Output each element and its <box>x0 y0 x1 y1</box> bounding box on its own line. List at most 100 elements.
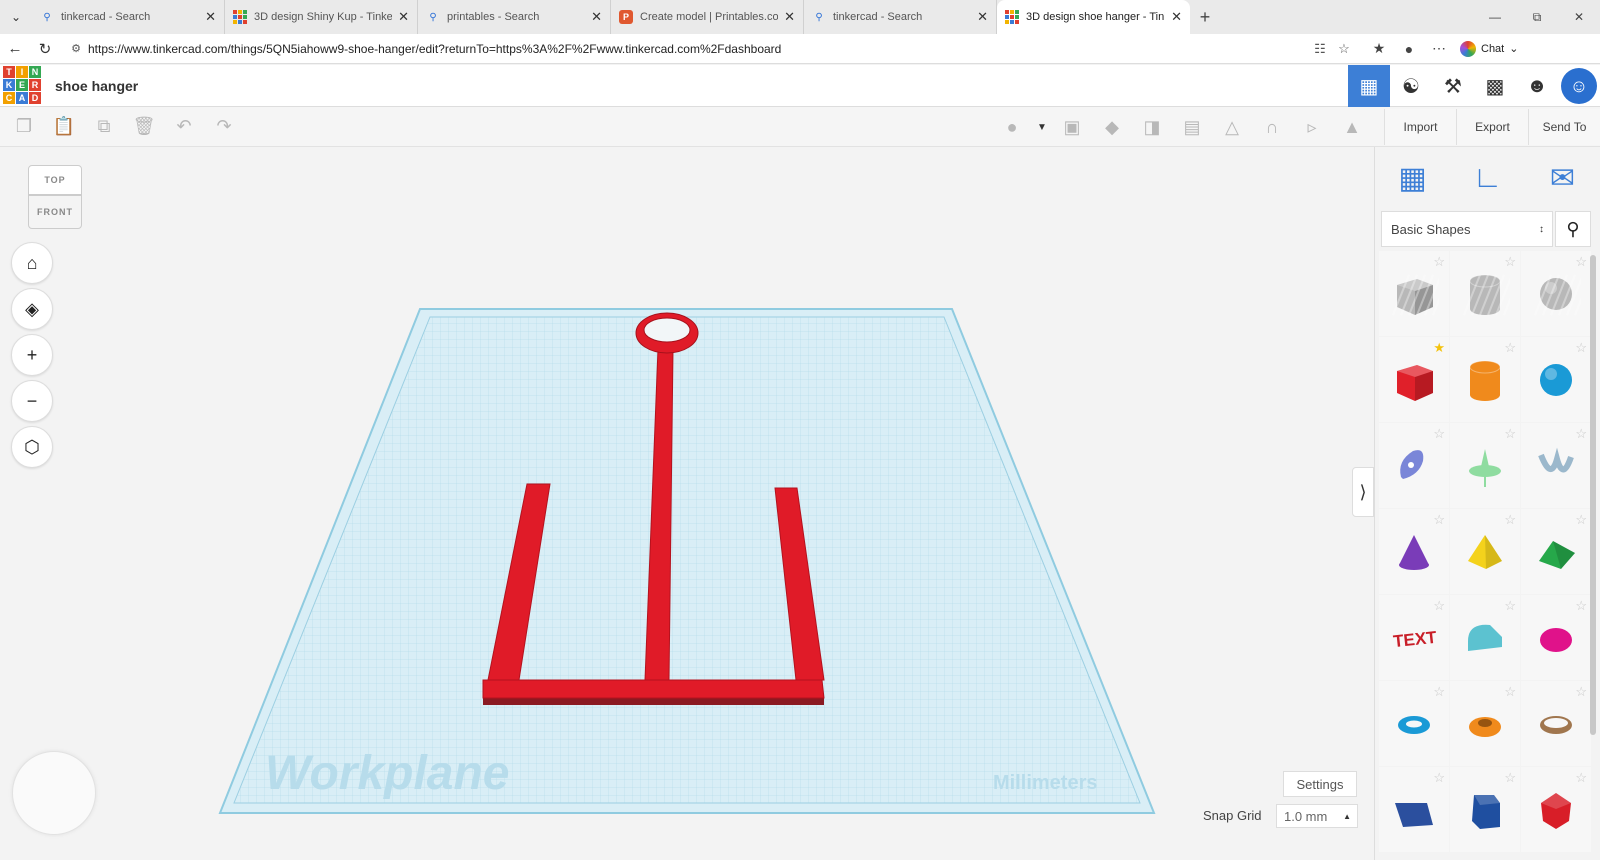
more-icon[interactable]: ⋯ <box>1424 40 1454 57</box>
add-user-icon[interactable]: ☻ <box>1516 65 1558 107</box>
star-icon[interactable]: ☆ <box>1575 512 1587 528</box>
shape-tile-wedge[interactable]: ☆ <box>1379 767 1449 852</box>
shape-tile-box[interactable]: ★ <box>1379 337 1449 422</box>
send-to-button[interactable]: Send To <box>1528 109 1600 145</box>
undo-icon[interactable]: ↶ <box>164 107 204 147</box>
new-tab-button[interactable]: + <box>1190 0 1220 34</box>
star-icon[interactable]: ☆ <box>1433 684 1445 700</box>
shape-library-select[interactable]: Basic Shapes ↕ <box>1381 211 1553 247</box>
shape-tile-cylinder[interactable]: ☆ <box>1450 337 1520 422</box>
site-info-icon[interactable]: ⚙ <box>64 42 88 55</box>
workplane-magnet-icon[interactable]: ∩ <box>1252 107 1292 147</box>
browser-tab[interactable]: 3D design Shiny Kup - Tinkercad ✕ <box>225 0 418 34</box>
design-title[interactable]: shoe hanger <box>55 78 138 94</box>
close-window-icon[interactable]: ✕ <box>1558 0 1600 34</box>
shape-tile-cylinder-hole[interactable]: ☆ <box>1450 251 1520 336</box>
snap-grid-select[interactable]: 1.0 mm ▲ <box>1276 804 1358 828</box>
profile-icon[interactable]: ● <box>1394 41 1424 57</box>
paste-icon[interactable]: 📋 <box>44 107 84 147</box>
shape-tile-pyramid[interactable]: ☆ <box>1450 509 1520 594</box>
star-filled-icon[interactable]: ★ <box>1433 340 1445 356</box>
notes-tool-icon[interactable]: ✉ <box>1538 153 1588 203</box>
shape-tile-scribble[interactable]: ☆ <box>1379 423 1449 508</box>
star-icon[interactable]: ☆ <box>1575 254 1587 270</box>
star-icon[interactable]: ☆ <box>1575 598 1587 614</box>
star-icon[interactable]: ☆ <box>1575 340 1587 356</box>
view-cube-front[interactable]: FRONT <box>28 195 82 229</box>
favorites-icon[interactable]: ★ <box>1364 40 1394 57</box>
star-icon[interactable]: ☆ <box>1433 770 1445 786</box>
hanger-base-bar[interactable] <box>482 679 825 699</box>
copy-icon[interactable]: ❐ <box>4 107 44 147</box>
shape-tile-sphere-hole[interactable]: ☆ <box>1521 251 1591 336</box>
view-cube-top[interactable]: TOP <box>28 165 82 195</box>
star-icon[interactable]: ☆ <box>1433 426 1445 442</box>
star-icon[interactable]: ☆ <box>1504 340 1516 356</box>
close-icon[interactable]: ✕ <box>1171 9 1182 25</box>
shape-tile-half-cylinder[interactable]: ☆ <box>1450 595 1520 680</box>
restore-icon[interactable]: ⧉ <box>1516 0 1558 34</box>
close-icon[interactable]: ✕ <box>784 9 795 25</box>
panel-scrollbar[interactable] <box>1590 255 1596 735</box>
mirror-icon[interactable]: △ <box>1212 107 1252 147</box>
search-icon[interactable]: ⚲ <box>1555 211 1591 247</box>
reload-icon[interactable]: ↻ <box>30 34 60 64</box>
star-icon[interactable]: ☆ <box>1504 684 1516 700</box>
star-icon[interactable]: ☆ <box>1504 770 1516 786</box>
close-icon[interactable]: ✕ <box>205 9 216 25</box>
shape-tile-ring[interactable]: ☆ <box>1521 681 1591 766</box>
design-viewport[interactable]: Workplane Millimeters TOP FRONT ⌂ ◈ + − … <box>0 147 1374 860</box>
star-icon[interactable]: ☆ <box>1504 426 1516 442</box>
close-icon[interactable]: ✕ <box>398 9 409 25</box>
settings-button[interactable]: Settings <box>1283 771 1357 797</box>
chat-button[interactable]: Chat ⌄ <box>1460 40 1518 57</box>
duplicate-icon[interactable]: ⧉ <box>84 107 124 147</box>
star-icon[interactable]: ☆ <box>1504 254 1516 270</box>
workplane-scene[interactable]: Workplane Millimeters <box>0 147 1374 860</box>
star-icon[interactable]: ☆ <box>1575 426 1587 442</box>
star-icon[interactable]: ☆ <box>1575 684 1587 700</box>
redo-icon[interactable]: ↷ <box>204 107 244 147</box>
back-icon[interactable]: ← <box>0 34 30 64</box>
zoom-in-icon[interactable]: + <box>11 334 53 376</box>
bricks-icon[interactable]: ▩ <box>1474 65 1516 107</box>
app-available-icon[interactable]: ☷ <box>1308 41 1332 57</box>
delete-icon[interactable]: 🗑 <box>124 107 164 147</box>
tinkercad-logo[interactable]: T I N K E R C A D <box>3 65 43 106</box>
group-icon[interactable]: ▣ <box>1052 107 1092 147</box>
ruler-tool-icon[interactable]: ∟ <box>1463 153 1513 203</box>
shape-tile-box-hole[interactable]: ☆ <box>1379 251 1449 336</box>
avatar[interactable]: ☺ <box>1561 68 1597 104</box>
grid-view-icon[interactable]: ▦ <box>1348 65 1390 107</box>
minimize-icon[interactable]: — <box>1474 0 1516 34</box>
bookmark-star-icon[interactable]: ☆ <box>1332 41 1356 57</box>
view-cube[interactable]: TOP FRONT <box>28 165 84 231</box>
shape-tile-roof[interactable]: ☆ <box>1521 509 1591 594</box>
shape-tile-cone[interactable]: ☆ <box>1379 509 1449 594</box>
star-icon[interactable]: ☆ <box>1575 770 1587 786</box>
perspective-icon[interactable]: ⬡ <box>11 426 53 468</box>
close-icon[interactable]: ✕ <box>977 9 988 25</box>
star-icon[interactable]: ☆ <box>1433 598 1445 614</box>
ungroup-icon[interactable]: ◆ <box>1092 107 1132 147</box>
browser-tab[interactable]: ⚲ tinkercad - Search ✕ <box>32 0 225 34</box>
export-button[interactable]: Export <box>1456 109 1528 145</box>
browser-tab[interactable]: P Create model | Printables.com ✕ <box>611 0 804 34</box>
url-field[interactable]: ⚙ https://www.tinkercad.com/things/5QN5i… <box>64 36 1356 61</box>
shape-tile-icosahedron[interactable]: ☆ <box>1521 767 1591 852</box>
chevron-down-icon[interactable]: ▼ <box>1032 107 1052 147</box>
collapse-panel-icon[interactable]: ⟩ <box>1352 467 1374 517</box>
zoom-out-icon[interactable]: − <box>11 380 53 422</box>
blocks-icon[interactable]: ⚒ <box>1432 65 1474 107</box>
fit-view-icon[interactable]: ◈ <box>11 288 53 330</box>
drop-to-workplane-icon[interactable]: ▲ <box>1332 107 1372 147</box>
shape-tile-text[interactable]: TEXT ☆ <box>1379 595 1449 680</box>
browser-tab[interactable]: ⚲ printables - Search ✕ <box>418 0 611 34</box>
workplane-tool-icon[interactable]: ▦ <box>1388 153 1438 203</box>
ruler-note-icon[interactable]: ▹ <box>1292 107 1332 147</box>
close-icon[interactable]: ✕ <box>591 9 602 25</box>
import-button[interactable]: Import <box>1384 109 1456 145</box>
browser-tab[interactable]: ⚲ tinkercad - Search ✕ <box>804 0 997 34</box>
light-bulb-icon[interactable]: ● <box>992 107 1032 147</box>
shape-tile-paraboloid[interactable]: ☆ <box>1521 595 1591 680</box>
